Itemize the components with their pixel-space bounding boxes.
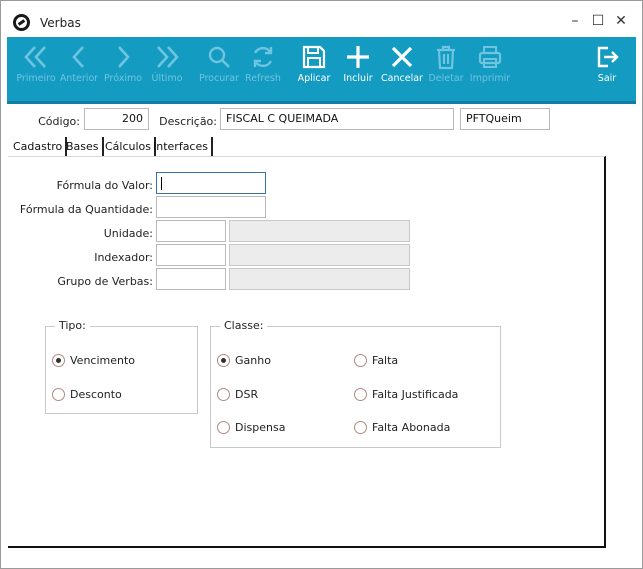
procurar-button[interactable]: Procurar (197, 37, 241, 101)
tab-bases[interactable]: Bases (63, 137, 104, 157)
classe-dsr-label: DSR (235, 388, 259, 401)
radio-unselected-icon (354, 421, 367, 434)
chevron-left-icon (72, 46, 84, 68)
classe-falta-abonada-label: Falta Abonada (372, 421, 451, 434)
radio-selected-icon (217, 354, 230, 367)
radio-unselected-icon (217, 388, 230, 401)
close-window-button[interactable]: ✕ (610, 10, 632, 32)
primeiro-button[interactable]: Primeiro (14, 37, 58, 101)
classe-ganho-label: Ganho (235, 354, 271, 367)
minimize-button[interactable]: – (564, 10, 586, 32)
chevron-right-icon (118, 46, 130, 68)
formula-quantidade-input[interactable] (156, 196, 266, 218)
save-icon (302, 45, 326, 69)
classe-group-title: Classe: (220, 319, 268, 332)
verbas-window: Verbas – ☐ ✕ Primeiro Anterior Próximo Ú… (0, 0, 643, 569)
tipo-group: Tipo: Vencimento Desconto (45, 319, 198, 414)
tipo-desconto-label: Desconto (70, 388, 122, 401)
descricao-label: Descrição: (159, 115, 217, 128)
short-description-field[interactable]: PFTQueim (460, 108, 550, 130)
unidade-input[interactable] (156, 220, 226, 242)
printer-icon (478, 46, 502, 68)
classe-falta-justificada-label: Falta Justificada (372, 388, 459, 401)
grupo-verbas-input[interactable] (156, 268, 226, 290)
radio-selected-icon (52, 354, 65, 367)
ultimo-label: Último (151, 73, 183, 84)
formula-valor-input[interactable] (156, 172, 266, 194)
grupo-verbas-description-field (229, 268, 410, 290)
classe-falta-label: Falta (372, 354, 399, 367)
incluir-button[interactable]: Incluir (336, 37, 380, 101)
plus-icon (347, 46, 369, 68)
anterior-button[interactable]: Anterior (57, 37, 101, 101)
toolbar-divider (7, 101, 636, 104)
sair-button[interactable]: Sair (585, 37, 629, 101)
radio-unselected-icon (217, 421, 230, 434)
cancelar-button[interactable]: Cancelar (380, 37, 424, 101)
radio-unselected-icon (52, 388, 65, 401)
unidade-description-field (229, 220, 410, 242)
search-icon (208, 46, 230, 68)
text-caret (161, 177, 162, 190)
tipo-group-title: Tipo: (55, 319, 90, 332)
classe-group: Classe: Ganho DSR Dispensa Falta Falta J… (210, 319, 501, 448)
tab-interfaces[interactable]: Interfaces (150, 137, 213, 157)
deletar-button[interactable]: Deletar (424, 37, 468, 101)
double-chevron-right-icon (157, 46, 179, 68)
descricao-field[interactable]: FISCAL C QUEIMADA (220, 108, 454, 130)
tab-cadastro[interactable]: Cadastro (10, 137, 68, 157)
codigo-field[interactable]: 200 (84, 108, 149, 130)
trash-icon (437, 45, 455, 70)
window-title: Verbas (40, 16, 81, 30)
formula-quantidade-label: Fórmula da Quantidade: (19, 203, 153, 216)
proximo-button[interactable]: Próximo (101, 37, 145, 101)
classe-dispensa-label: Dispensa (235, 421, 286, 434)
indexador-label: Indexador: (94, 251, 153, 264)
x-icon (391, 46, 413, 68)
radio-unselected-icon (354, 388, 367, 401)
refresh-button[interactable]: Refresh (241, 37, 285, 101)
formula-valor-label: Fórmula do Valor: (56, 179, 153, 192)
sair-label: Sair (597, 73, 617, 84)
tab-calculos[interactable]: Cálculos (102, 137, 157, 157)
imprimir-label: Imprimir (469, 73, 511, 84)
codigo-label: Código: (38, 115, 80, 128)
tipo-vencimento-label: Vencimento (70, 354, 136, 367)
grupo-verbas-label: Grupo de Verbas: (57, 275, 153, 288)
indexador-input[interactable] (156, 244, 226, 266)
radio-unselected-icon (354, 354, 367, 367)
indexador-description-field (229, 244, 410, 266)
imprimir-button[interactable]: Imprimir (468, 37, 512, 101)
aplicar-button[interactable]: Aplicar (292, 37, 336, 101)
toolbar: Primeiro Anterior Próximo Último Procura… (7, 37, 636, 101)
ultimo-button[interactable]: Último (145, 37, 189, 101)
logout-icon (597, 46, 619, 68)
maximize-button[interactable]: ☐ (587, 10, 609, 32)
app-logo-icon (13, 14, 30, 31)
title-bar: Verbas – ☐ ✕ (1, 1, 642, 37)
unidade-label: Unidade: (103, 227, 153, 240)
double-chevron-left-icon (24, 46, 46, 68)
refresh-icon (253, 46, 273, 68)
